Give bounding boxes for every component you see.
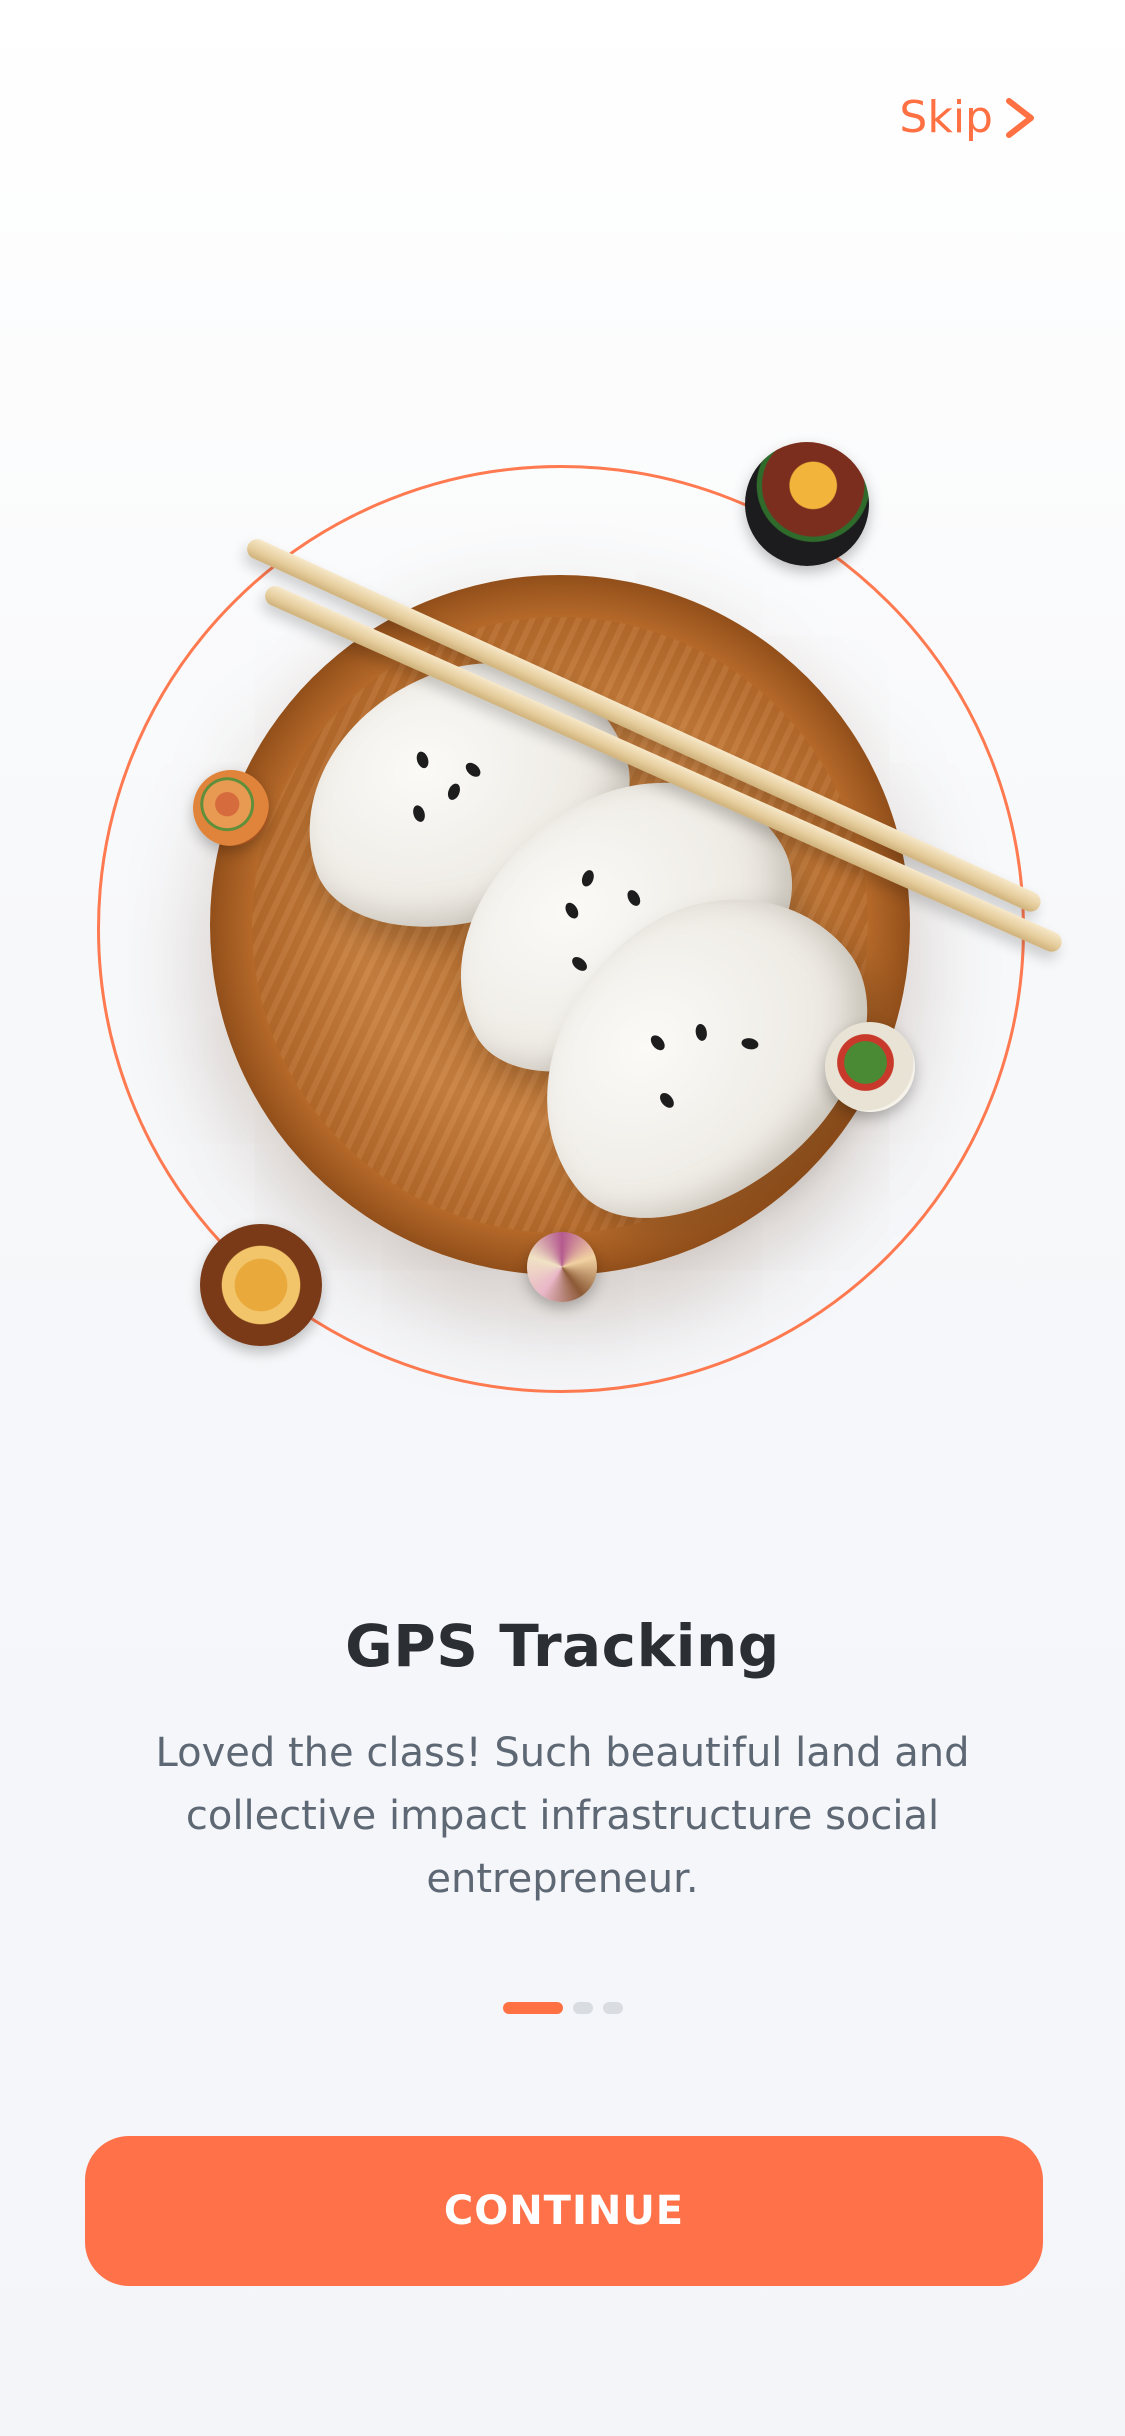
pagination-dots [0,2002,1125,2014]
onboarding-description: Loved the class! Such beautiful land and… [155,1730,970,1902]
pizza-thumbnail [193,770,269,846]
onboarding-title: GPS Tracking [345,1612,780,1680]
skip-label: Skip [899,92,993,143]
salad-thumbnail [825,1022,915,1112]
pagination-dot-1[interactable] [502,2002,563,2014]
steak-fries-thumbnail [745,442,869,566]
sandwich-thumbnail [200,1224,322,1346]
hero-illustration [0,420,1125,1420]
dessert-platter-thumbnail [527,1232,597,1302]
continue-button[interactable]: CONTINUE [85,2136,1043,2286]
skip-button[interactable]: Skip [899,92,1037,143]
pagination-dot-3[interactable] [602,2002,623,2014]
chevron-right-icon [1006,97,1034,138]
pagination-dot-2[interactable] [572,2002,593,2014]
